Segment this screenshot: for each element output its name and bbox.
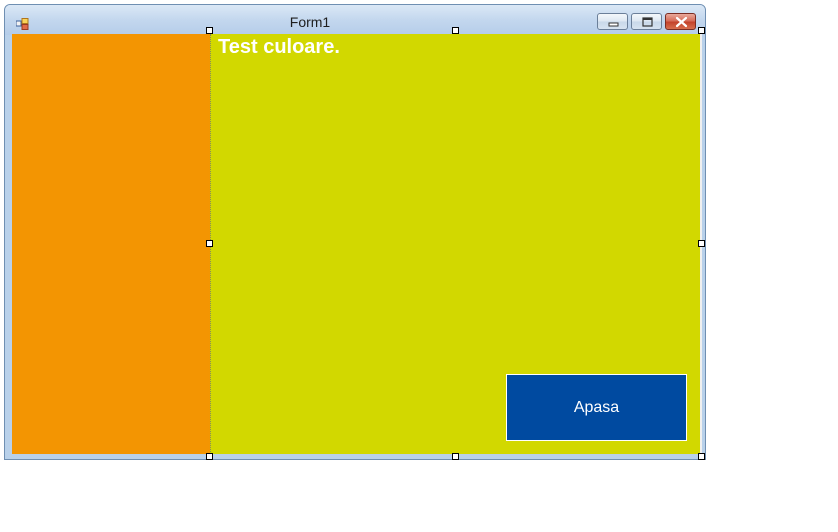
resize-handle-right[interactable] (698, 240, 705, 247)
maximize-icon (642, 17, 653, 27)
left-panel[interactable] (12, 34, 210, 454)
form-client-area: Test culoare. Apasa (12, 34, 702, 454)
apasa-button[interactable]: Apasa (506, 374, 687, 441)
resize-handle-left[interactable] (206, 240, 213, 247)
resize-handle-bottom[interactable] (452, 453, 459, 460)
minimize-icon (608, 22, 619, 27)
resize-handle-top-right[interactable] (698, 27, 705, 34)
resize-handle-top-left[interactable] (206, 27, 213, 34)
maximize-button[interactable] (631, 13, 662, 30)
close-button[interactable] (665, 13, 696, 30)
minimize-button[interactable] (597, 13, 628, 30)
test-label: Test culoare. (218, 36, 340, 58)
resize-handle-bottom-left[interactable] (206, 453, 213, 460)
right-panel[interactable]: Test culoare. Apasa (210, 34, 700, 454)
close-icon (675, 16, 688, 28)
resize-handle-bottom-right[interactable] (698, 453, 705, 460)
title-bar[interactable]: Form1 (5, 5, 705, 35)
form-window: Form1 Test culoare. Apasa (4, 4, 706, 460)
resize-handle-top[interactable] (452, 27, 459, 34)
